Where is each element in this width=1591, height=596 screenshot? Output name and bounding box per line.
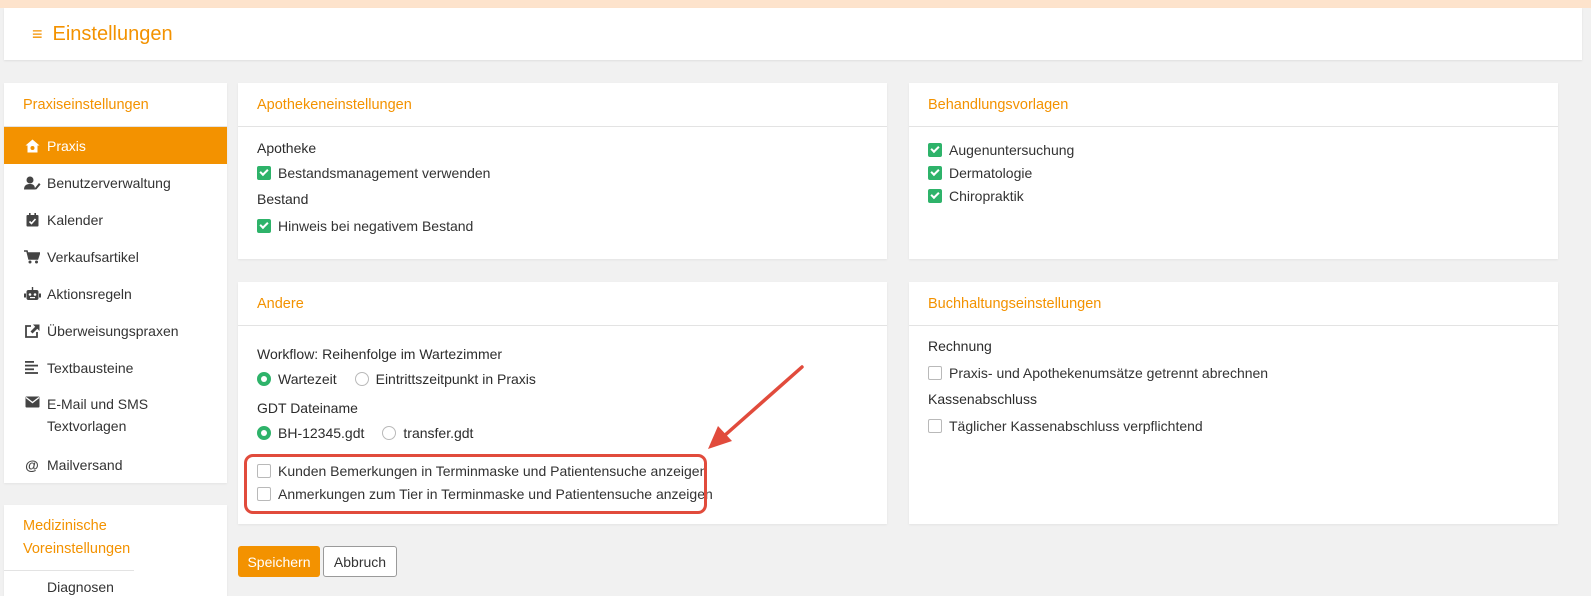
gdt-option-bh12345[interactable]: BH-12345.gdt: [257, 425, 364, 441]
radio-button[interactable]: [257, 372, 271, 386]
home-settings-icon: [21, 139, 43, 153]
pharmacy-settings-card: Apothekeneinstellungen Apotheke Bestands…: [238, 83, 887, 259]
section-label-kassenabschluss: Kassenabschluss: [928, 391, 1037, 407]
checkbox-label: Praxis- und Apothekenumsätze getrennt ab…: [949, 364, 1269, 381]
sidebar-item-label: Textbausteine: [47, 359, 134, 376]
cancel-button[interactable]: Abbruch: [323, 546, 397, 577]
sidebar-item-praxis[interactable]: Praxis: [4, 127, 227, 164]
checkbox-label: Hinweis bei negativem Bestand: [278, 217, 474, 234]
template-checkbox[interactable]: [928, 188, 942, 203]
checkbox-label: Augenuntersuchung: [949, 141, 1075, 158]
cart-icon: [21, 249, 43, 264]
calendar-check-icon: [21, 212, 43, 227]
checkbox-label: Dermatologie: [949, 164, 1033, 181]
pharmacy-settings-heading: Apothekeneinstellungen: [238, 83, 887, 127]
sidebar-item-ueberweisungspraxen[interactable]: Überweisungspraxen: [4, 312, 227, 349]
sidebar2-heading: Medizinische Voreinstellungen: [4, 505, 134, 571]
user-edit-icon: [21, 176, 43, 190]
sidebar-item-label: Überweisungspraxen: [47, 322, 179, 339]
sidebar-item-verkaufsartikel[interactable]: Verkaufsartikel: [4, 238, 227, 275]
workflow-option-eintrittszeitpunkt[interactable]: Eintrittszeitpunkt in Praxis: [354, 371, 536, 387]
daily-closing-checkbox-row[interactable]: Täglicher Kassenabschluss verpflichtend: [928, 414, 1539, 437]
section-label-apotheke: Apotheke: [257, 140, 317, 156]
treatment-templates-card: Behandlungsvorlagen Augenuntersuchung De…: [909, 83, 1558, 259]
checkbox-label: Chiropraktik: [949, 187, 1024, 204]
page-title: Einstellungen: [52, 22, 173, 45]
top-strip: [0, 0, 1591, 8]
checkbox-label: Bestandsmanagement verwenden: [278, 164, 491, 181]
medical-settings-sidebar: Medizinische Voreinstellungen Diagnosen: [4, 505, 227, 596]
radio-button[interactable]: [257, 426, 271, 440]
sidebar-item-email-sms[interactable]: E-Mail und SMS Textvorlagen: [4, 386, 227, 446]
template-checkbox[interactable]: [928, 142, 942, 157]
sidebar-item-label: Diagnosen: [47, 579, 114, 595]
section-label-rechnung: Rechnung: [928, 338, 992, 354]
sidebar-item-textbausteine[interactable]: Textbausteine: [4, 349, 227, 386]
accounting-settings-heading: Buchhaltungseinstellungen: [909, 282, 1558, 326]
daily-closing-checkbox[interactable]: [928, 418, 942, 433]
sidebar-heading: Praxiseinstellungen: [4, 83, 227, 127]
template-checkbox-row[interactable]: Augenuntersuchung: [928, 138, 1539, 161]
radio-label: Wartezeit: [278, 371, 337, 387]
accounting-settings-card: Buchhaltungseinstellungen Rechnung Praxi…: [909, 282, 1558, 524]
other-settings-heading: Andere: [238, 282, 887, 326]
sidebar-item-label: Mailversand: [47, 456, 123, 473]
stock-management-checkbox[interactable]: [257, 165, 271, 180]
stock-management-checkbox-row[interactable]: Bestandsmanagement verwenden: [257, 161, 868, 184]
radio-label: BH-12345.gdt: [278, 425, 365, 441]
at-icon: @: [25, 456, 39, 473]
template-checkbox-row[interactable]: Chiropraktik: [928, 184, 1539, 207]
sidebar-item-label: Benutzerverwaltung: [47, 174, 171, 191]
sidebar-item-kalender[interactable]: Kalender: [4, 201, 227, 238]
template-checkbox[interactable]: [928, 165, 942, 180]
save-button[interactable]: Speichern: [238, 546, 320, 577]
treatment-templates-heading: Behandlungsvorlagen: [909, 83, 1558, 127]
workflow-option-wartezeit[interactable]: Wartezeit: [257, 371, 337, 387]
text-lines-icon: [21, 361, 43, 374]
section-label-bestand: Bestand: [257, 191, 309, 207]
sidebar-item-label: Verkaufsartikel: [47, 248, 139, 265]
template-checkbox-row[interactable]: Dermatologie: [928, 161, 1539, 184]
sidebar-item-label: E-Mail und SMS Textvorlagen: [47, 396, 149, 434]
menu-icon[interactable]: ≡: [32, 25, 43, 43]
sidebar-item-label: Praxis: [47, 137, 86, 154]
settings-sidebar: Praxiseinstellungen Praxis Benutzerverwa…: [4, 83, 227, 483]
page-header: ≡ Einstellungen: [4, 8, 1582, 60]
sidebar-item-benutzerverwaltung[interactable]: Benutzerverwaltung: [4, 164, 227, 201]
sidebar-item-mailversand[interactable]: @ Mailversand: [4, 446, 227, 483]
radio-button[interactable]: [354, 372, 369, 386]
radio-label: Eintrittszeitpunkt in Praxis: [375, 371, 536, 387]
separate-billing-checkbox-row[interactable]: Praxis- und Apothekenumsätze getrennt ab…: [928, 361, 1539, 384]
sidebar-item-diagnosen[interactable]: Diagnosen: [4, 571, 227, 595]
annotation-highlight-box: [244, 454, 707, 514]
checkbox-label: Täglicher Kassenabschluss verpflichtend: [949, 417, 1203, 434]
negative-stock-checkbox[interactable]: [257, 218, 271, 233]
sidebar-item-label: Aktionsregeln: [47, 285, 132, 302]
envelope-icon: [21, 396, 43, 408]
annotation-arrow-icon: [708, 365, 804, 449]
gdt-option-transfer[interactable]: transfer.gdt: [382, 425, 473, 441]
radio-button[interactable]: [382, 426, 397, 440]
share-icon: [21, 324, 43, 338]
radio-label: transfer.gdt: [403, 425, 474, 441]
negative-stock-checkbox-row[interactable]: Hinweis bei negativem Bestand: [257, 214, 868, 237]
sidebar-item-aktionsregeln[interactable]: Aktionsregeln: [4, 275, 227, 312]
separate-billing-checkbox[interactable]: [928, 365, 942, 380]
sidebar-item-label: Kalender: [47, 211, 104, 228]
robot-icon: [21, 286, 43, 301]
